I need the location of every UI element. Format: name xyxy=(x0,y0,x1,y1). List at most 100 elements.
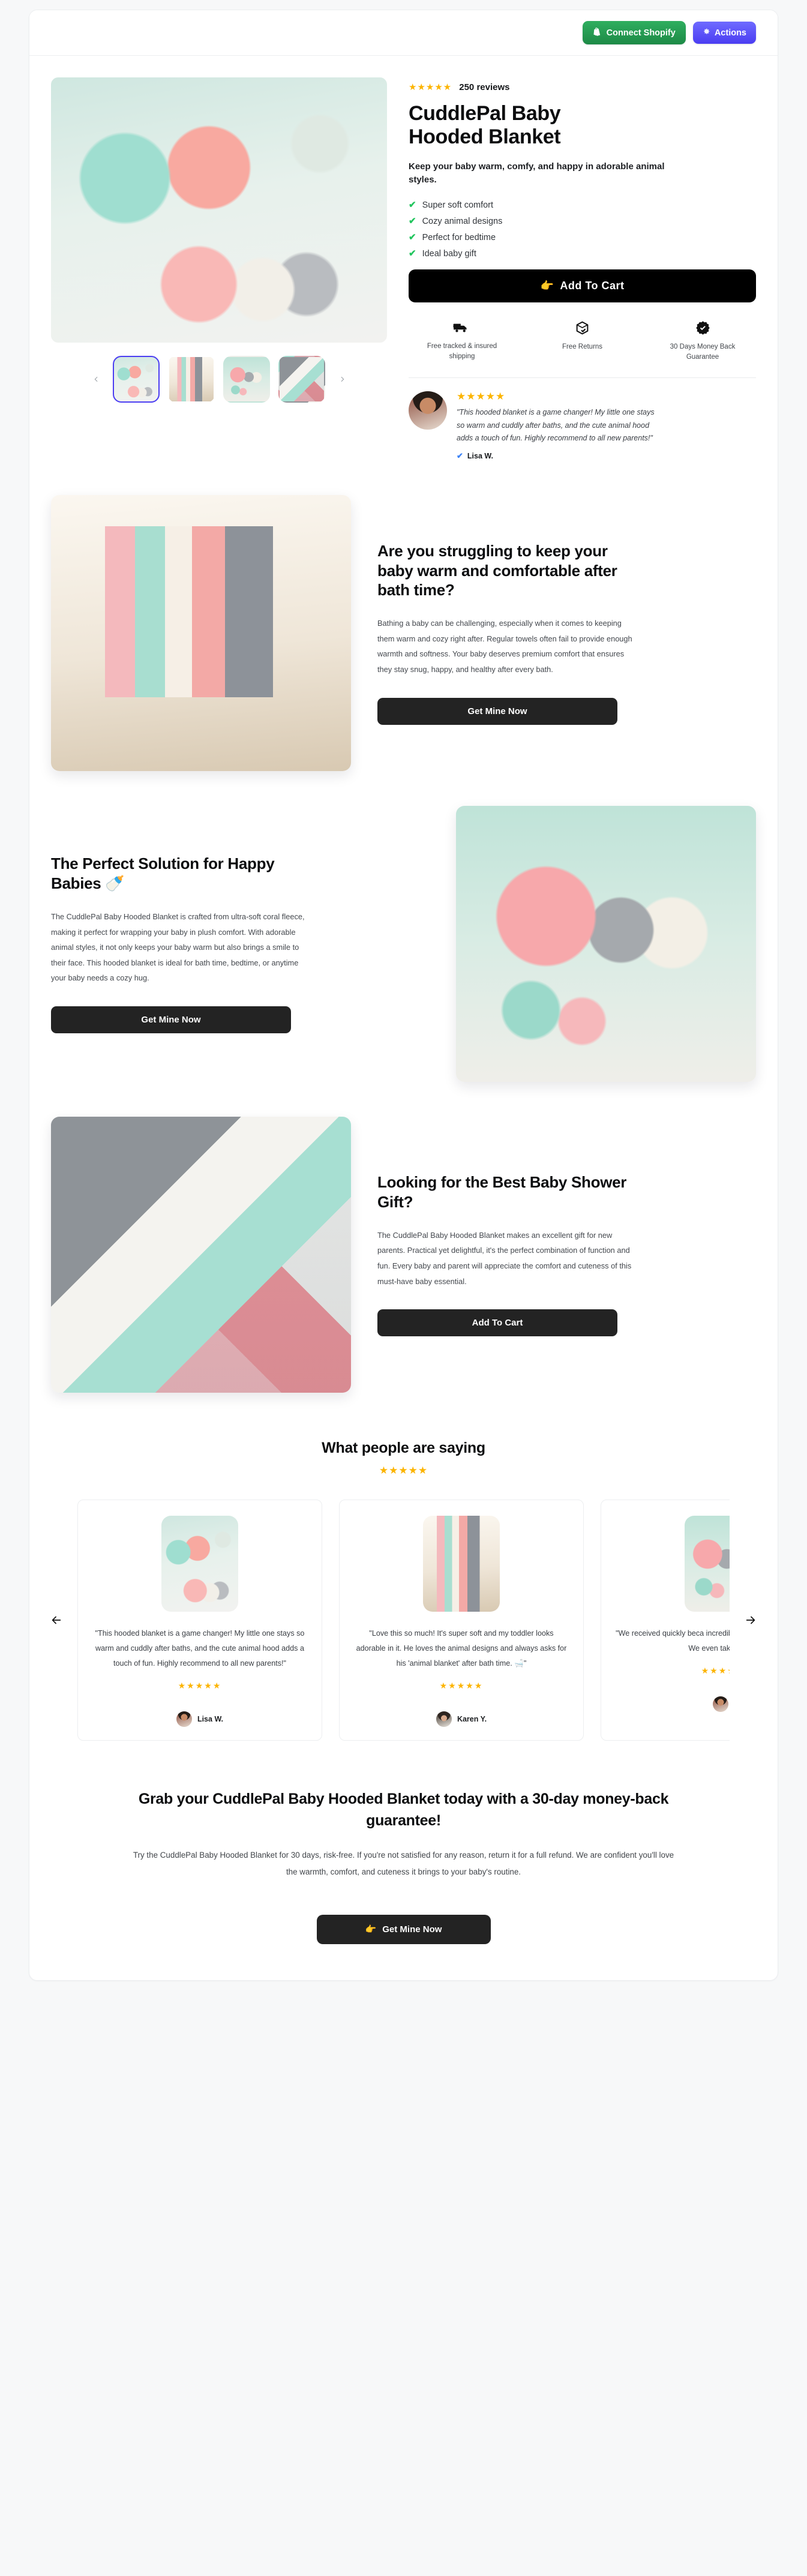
gallery-next-icon[interactable] xyxy=(334,371,350,388)
arrow-right-icon[interactable] xyxy=(740,1610,761,1630)
product-subtitle: Keep your baby warm, comfy, and happy in… xyxy=(409,161,665,185)
trust-badges: Free tracked & insured shipping Free Ret… xyxy=(409,320,756,362)
product-info: ★★★★★ 250 reviews CuddlePal Baby Hooded … xyxy=(409,77,756,460)
trust-badge-shipping: Free tracked & insured shipping xyxy=(417,320,507,362)
review-author: Karen Y. xyxy=(354,1711,569,1728)
get-mine-now-label: Get Mine Now xyxy=(467,706,527,716)
top-toolbar: Connect Shopify Actions xyxy=(29,10,778,56)
review-image xyxy=(685,1515,730,1612)
review-image xyxy=(423,1515,500,1612)
badge-check-icon xyxy=(658,320,748,335)
feature-section-gift: Looking for the Best Baby Shower Gift? T… xyxy=(29,1082,778,1393)
get-mine-now-button[interactable]: 👉 Get Mine Now xyxy=(316,1915,491,1945)
page-title: CuddlePal Baby Hooded Blanket xyxy=(409,102,561,149)
benefit-label: Ideal baby gift xyxy=(422,248,476,259)
avatar xyxy=(409,391,447,430)
gallery-thumb-4[interactable] xyxy=(278,356,325,403)
feature-section-struggle: Are you struggling to keep your baby war… xyxy=(29,460,778,771)
check-icon: ✔ xyxy=(409,232,416,243)
verified-badge-icon: ✔ xyxy=(457,451,463,461)
review-author: Lisa W. xyxy=(92,1711,307,1728)
feature-image xyxy=(51,1116,351,1393)
app-canvas: Connect Shopify Actions ★★★★★ 250 review… xyxy=(29,10,778,1981)
reviews-stars: ★★★★★ xyxy=(379,1464,428,1476)
avatar xyxy=(712,1696,728,1713)
trust-badge-label: Free tracked & insured shipping xyxy=(427,342,497,360)
connect-shopify-label: Connect Shopify xyxy=(606,28,676,38)
pointing-hand-icon: 👉 xyxy=(540,280,554,292)
actions-button[interactable]: Actions xyxy=(692,22,756,44)
product-main-image[interactable] xyxy=(51,77,387,343)
product-hero: ★★★★★ 250 reviews CuddlePal Baby Hooded … xyxy=(29,56,778,460)
benefit-label: Perfect for bedtime xyxy=(422,232,496,242)
avatar xyxy=(436,1711,452,1728)
divider xyxy=(409,377,756,379)
trust-badge-returns: Free Returns xyxy=(538,320,628,362)
benefit-label: Super soft comfort xyxy=(422,200,494,210)
shopify-bag-icon xyxy=(593,27,602,39)
avatar xyxy=(176,1711,192,1728)
final-cta-body: Try the CuddlePal Baby Hooded Blanket fo… xyxy=(133,1851,674,1876)
review-stars: ★★★★★ xyxy=(701,1666,730,1676)
actions-label: Actions xyxy=(714,28,746,38)
gallery-thumb-1[interactable] xyxy=(113,356,160,403)
feature-body: The CuddlePal Baby Hooded Blanket makes … xyxy=(377,1230,632,1286)
reviews-count: 250 reviews xyxy=(459,82,510,92)
final-cta-section: Grab your CuddlePal Baby Hooded Blanket … xyxy=(29,1741,778,1980)
review-quote: "Love this so much! It's super soft and … xyxy=(356,1629,567,1668)
feature-section-solution: The Perfect Solution for Happy Babies 🍼 … xyxy=(29,771,778,1082)
list-item: "Love this so much! It's super soft and … xyxy=(339,1499,584,1741)
reviews-heading: What people are saying xyxy=(322,1439,485,1456)
testimonial-stars: ★★★★★ xyxy=(457,391,506,403)
hero-testimonial: ★★★★★ "This hooded blanket is a game cha… xyxy=(409,391,756,460)
gallery-thumbnails xyxy=(51,356,387,403)
check-icon: ✔ xyxy=(409,200,416,211)
rating-stars: ★★★★★ xyxy=(409,82,452,92)
add-to-cart-button[interactable]: Add To Cart xyxy=(377,1309,617,1337)
feature-body: Bathing a baby can be challenging, espec… xyxy=(377,619,632,674)
feature-body: The CuddlePal Baby Hooded Blanket is cra… xyxy=(51,911,305,983)
list-item: ✔ Ideal baby gift xyxy=(409,249,756,259)
review-quote: "This hooded blanket is a game changer! … xyxy=(95,1629,305,1668)
truck-icon xyxy=(417,320,507,335)
feature-heading: Looking for the Best Baby Shower Gift? xyxy=(377,1173,627,1211)
trust-badge-label: 30 Days Money Back Guarantee xyxy=(670,343,736,361)
testimonial-author-name: Lisa W. xyxy=(467,451,493,460)
list-item: ✔ Cozy animal designs xyxy=(409,217,756,226)
gallery-prev-icon[interactable] xyxy=(88,371,104,388)
page-root: Connect Shopify Actions ★★★★★ 250 review… xyxy=(0,0,807,2576)
review-image xyxy=(161,1515,238,1612)
get-mine-now-button[interactable]: Get Mine Now xyxy=(51,1006,291,1033)
trust-badge-label: Free Returns xyxy=(562,343,603,350)
product-gallery xyxy=(51,77,387,460)
rating-line: ★★★★★ 250 reviews xyxy=(409,82,756,92)
check-icon: ✔ xyxy=(409,248,416,259)
reviews-carousel: "This hooded blanket is a game changer! … xyxy=(29,1499,778,1741)
add-to-cart-button[interactable]: 👉 Add To Cart xyxy=(409,269,756,302)
benefits-list: ✔ Super soft comfort ✔ Cozy animal desig… xyxy=(409,200,756,259)
get-mine-now-button[interactable]: Get Mine Now xyxy=(377,697,617,725)
review-author xyxy=(616,1696,730,1713)
testimonial-quote: "This hooded blanket is a game changer! … xyxy=(457,408,655,443)
review-author-name: Lisa W. xyxy=(197,1715,224,1724)
box-check-icon xyxy=(538,320,628,335)
feature-image xyxy=(51,494,351,771)
review-stars: ★★★★★ xyxy=(439,1681,484,1691)
gallery-thumb-2[interactable] xyxy=(168,356,215,403)
check-icon: ✔ xyxy=(409,216,416,227)
feature-image xyxy=(456,805,756,1082)
review-stars: ★★★★★ xyxy=(178,1681,222,1691)
review-quote: "We received quickly beca incredibly so … xyxy=(616,1629,730,1653)
gallery-thumb-3[interactable] xyxy=(223,356,270,403)
list-item: "We received quickly beca incredibly so … xyxy=(601,1499,730,1741)
reviews-section: What people are saying ★★★★★ "This hoode… xyxy=(29,1393,778,1741)
list-item: "This hooded blanket is a game changer! … xyxy=(77,1499,322,1741)
trust-badge-guarantee: 30 Days Money Back Guarantee xyxy=(658,320,748,362)
reviews-track: "This hooded blanket is a game changer! … xyxy=(77,1499,730,1741)
feature-heading: Are you struggling to keep your baby war… xyxy=(377,541,617,599)
review-author-name: Karen Y. xyxy=(457,1715,487,1724)
list-item: ✔ Perfect for bedtime xyxy=(409,233,756,242)
arrow-left-icon[interactable] xyxy=(46,1610,67,1630)
gear-icon xyxy=(703,28,710,38)
connect-shopify-button[interactable]: Connect Shopify xyxy=(582,20,686,45)
